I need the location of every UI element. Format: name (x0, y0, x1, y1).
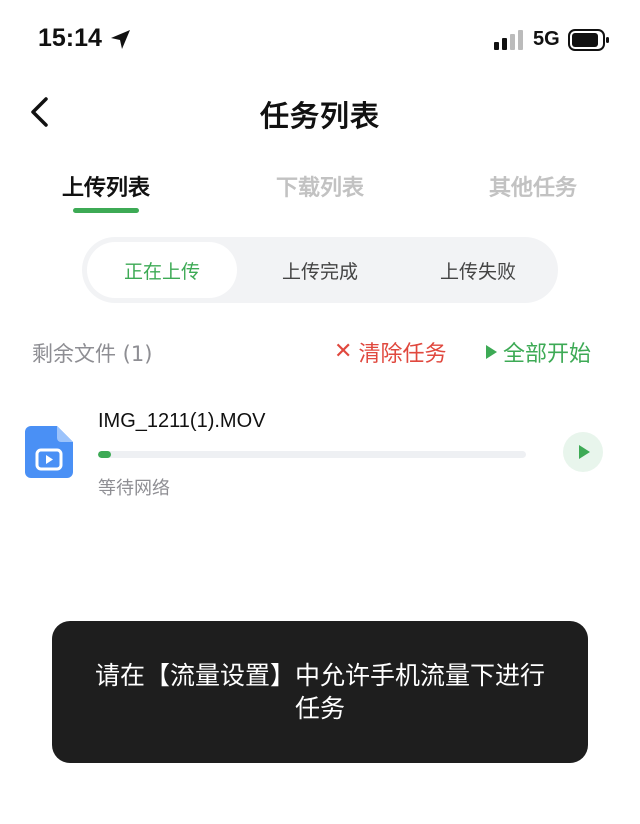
start-upload-button[interactable] (563, 432, 603, 472)
tab-active-indicator (73, 208, 139, 213)
video-file-icon (25, 426, 73, 478)
tab-other-tasks[interactable]: 其他任务 (453, 170, 613, 202)
file-name: IMG_1211(1).MOV (98, 410, 266, 432)
start-all-button[interactable]: 全部开始 (486, 336, 591, 368)
remaining-files-count: 剩余文件 (1) (32, 342, 153, 366)
close-icon: ✕ (334, 339, 353, 364)
toast-message: 请在【流量设置】中允许手机流量下进行任务 (94, 661, 545, 723)
status-time: 15:14 (38, 24, 102, 52)
file-status: 等待网络 (98, 478, 170, 499)
play-icon (486, 345, 497, 359)
play-icon (579, 445, 590, 459)
status-bar: 15:14 5G (0, 0, 640, 80)
segment-upload-failed[interactable]: 上传失败 (403, 242, 553, 298)
upload-status-segmented-control: 正在上传 上传完成 上传失败 (82, 237, 558, 303)
tab-download-list[interactable]: 下载列表 (240, 170, 400, 202)
task-list-screen: 15:14 5G 任务列表 上传列表 下载列表 其他任务 正在上传 上传完成 上… (0, 0, 640, 824)
segment-upload-complete[interactable]: 上传完成 (245, 242, 395, 298)
battery-icon (568, 29, 609, 51)
start-all-label: 全部开始 (503, 342, 592, 367)
upload-progress-fill (98, 451, 111, 458)
tab-upload-list[interactable]: 上传列表 (26, 170, 186, 202)
segment-uploading[interactable]: 正在上传 (87, 242, 237, 298)
signal-icon (494, 30, 523, 50)
clear-tasks-label: 清除任务 (358, 342, 447, 367)
upload-progress-bar (98, 451, 526, 458)
toast: 请在【流量设置】中允许手机流量下进行任务 (52, 621, 588, 763)
location-arrow-icon (111, 30, 130, 49)
clear-tasks-button[interactable]: ✕ 清除任务 (334, 336, 446, 368)
page-title: 任务列表 (259, 99, 380, 133)
network-type: 5G (533, 28, 560, 50)
